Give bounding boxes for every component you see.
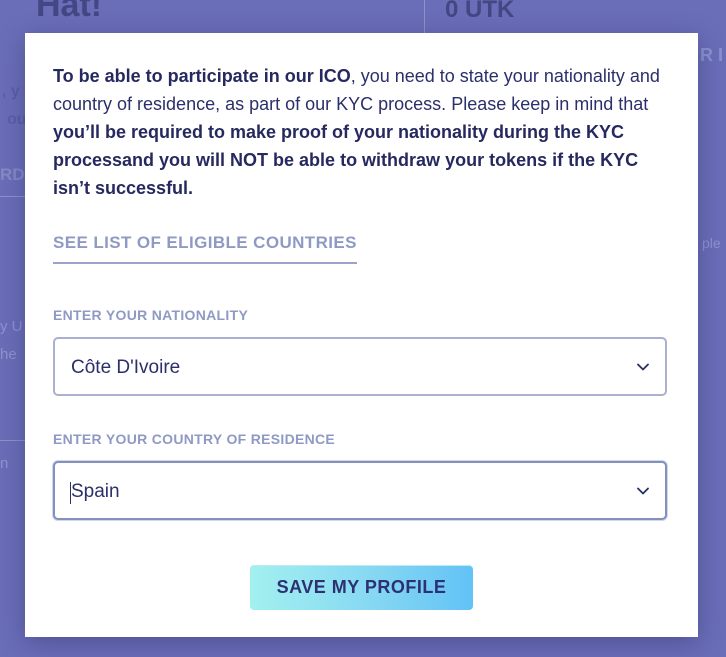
- background-side-text: ou: [7, 111, 27, 128]
- background-tab: R I: [700, 45, 724, 65]
- background-side-text: he: [0, 346, 17, 363]
- background-side-text: y U: [0, 318, 23, 335]
- background-side-text: n: [0, 455, 9, 472]
- background-side-text: , y: [2, 83, 20, 100]
- save-profile-button[interactable]: SAVE MY PROFILE: [250, 565, 473, 610]
- background-line: [0, 440, 25, 441]
- chevron-down-icon: [637, 363, 649, 371]
- eligible-countries-link[interactable]: SEE LIST OF ELIGIBLE COUNTRIES: [53, 233, 357, 264]
- chevron-down-icon: [637, 487, 649, 495]
- background-right-text: ple: [702, 235, 721, 251]
- background-line: [0, 196, 25, 197]
- background-divider: [424, 0, 425, 33]
- nationality-select[interactable]: Côte D'Ivoire: [53, 337, 667, 396]
- intro-bold-lead: To be able to participate in our ICO: [53, 66, 351, 86]
- intro-text: To be able to participate in our ICO, yo…: [53, 62, 663, 202]
- background-title: Hat!: [36, 0, 103, 24]
- residence-value: Spain: [71, 481, 120, 502]
- residence-label: ENTER YOUR COUNTRY OF RESIDENCE: [53, 431, 336, 447]
- nationality-value: Côte D'Ivoire: [71, 357, 181, 378]
- background-side-tab: RD: [0, 165, 25, 184]
- nationality-label: ENTER YOUR NATIONALITY: [53, 307, 249, 323]
- residence-select[interactable]: Spain: [53, 461, 667, 520]
- intro-bold-warning: you’ll be required to make proof of your…: [53, 122, 639, 198]
- kyc-modal: To be able to participate in our ICO, yo…: [25, 33, 698, 637]
- background-balance: 0 UTK: [445, 0, 515, 23]
